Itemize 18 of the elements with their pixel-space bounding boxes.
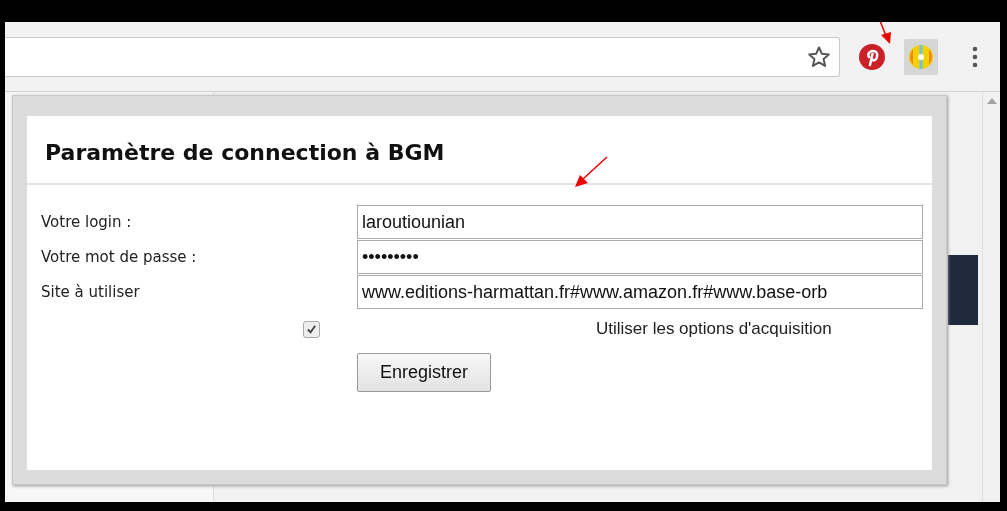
field-label: Votre login : — [41, 213, 133, 231]
popup-title: Paramètre de connection à BGM — [27, 116, 932, 185]
pin-logo-icon[interactable] — [858, 42, 886, 71]
colorful-orb-icon — [907, 42, 935, 71]
star-icon[interactable] — [807, 44, 831, 69]
input-field[interactable]: laroutiounian — [357, 205, 923, 239]
checkmark-icon — [306, 323, 317, 335]
menu-icon[interactable] — [972, 45, 978, 68]
field-label: Votre mot de passe : — [41, 248, 198, 266]
scrollbar[interactable] — [982, 92, 1000, 502]
input-field[interactable]: www.editions-harmattan.fr#www.amazon.fr#www.base-orb — [357, 275, 923, 309]
dark-block — [948, 255, 978, 325]
input-field[interactable]: ••••••••• — [357, 240, 923, 274]
save-button[interactable]: Enregistrer — [357, 353, 492, 392]
checkbox[interactable] — [303, 320, 320, 338]
arrow-icon — [573, 155, 609, 189]
field-label: Site à utiliser — [41, 283, 141, 301]
option-label: Utiliser les options d'acquisition — [596, 319, 832, 339]
